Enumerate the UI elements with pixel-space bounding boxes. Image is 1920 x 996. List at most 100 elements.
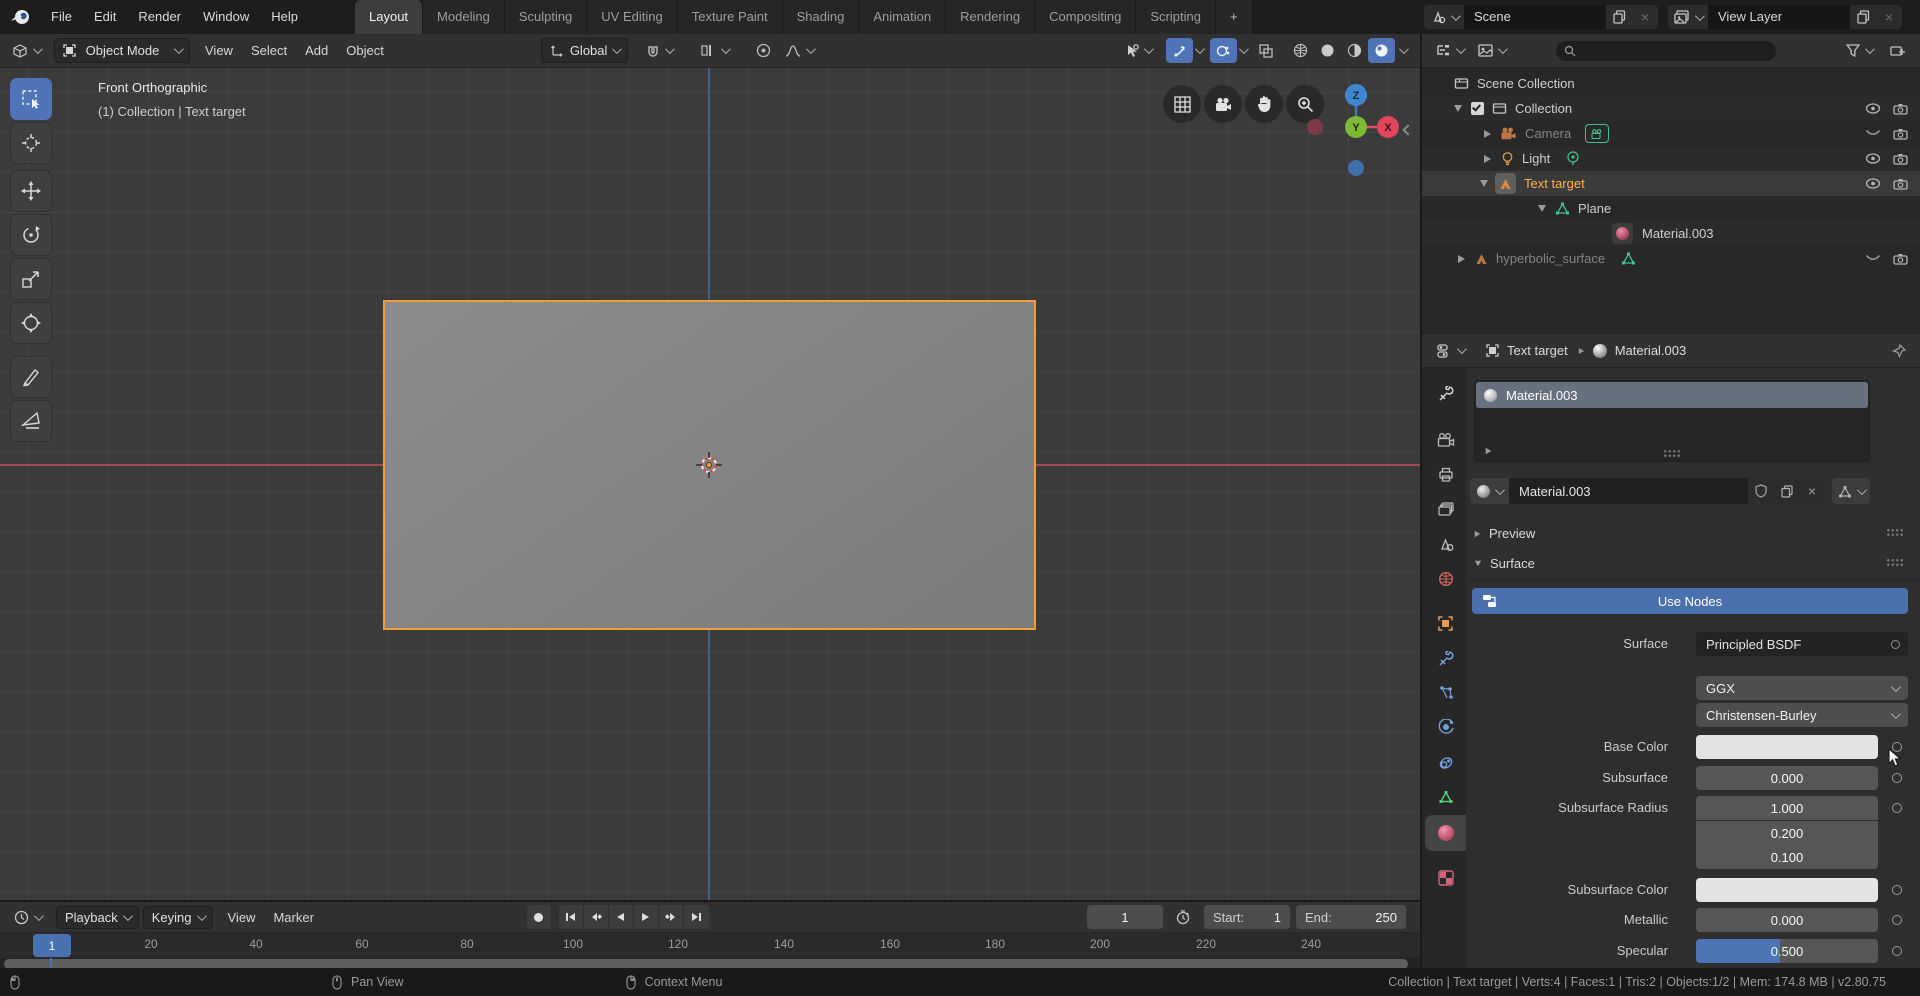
menu-render[interactable]: Render: [127, 0, 192, 34]
disclosure-expanded-icon[interactable]: [1454, 105, 1462, 112]
keyframe-dot[interactable]: [1892, 803, 1902, 813]
specular-slider[interactable]: 0.500: [1696, 939, 1878, 963]
select-pointer-icon[interactable]: [1116, 38, 1160, 63]
marker-menu[interactable]: Marker: [264, 910, 322, 925]
play-icon[interactable]: [634, 905, 659, 929]
tab-object-icon[interactable]: [1425, 605, 1466, 641]
show-gizmo-toggle[interactable]: [1166, 38, 1193, 63]
outliner-row-material[interactable]: Material.003: [1422, 221, 1920, 246]
proportional-editing-icon[interactable]: [750, 38, 777, 63]
chevron-down-icon[interactable]: [1239, 44, 1249, 54]
scene-name-field[interactable]: Scene: [1464, 5, 1606, 29]
subsurface-radius-z[interactable]: 0.100: [1696, 845, 1878, 869]
show-overlays-toggle[interactable]: [1210, 38, 1237, 63]
base-color-swatch[interactable]: [1696, 735, 1878, 759]
keyframe-dot[interactable]: [1892, 885, 1902, 895]
tab-world-icon[interactable]: [1425, 561, 1466, 597]
view-layer-name-field[interactable]: View Layer: [1708, 5, 1850, 29]
camera-view-icon[interactable]: [1204, 85, 1242, 123]
unlink-material-icon[interactable]: ×: [1800, 478, 1824, 504]
outliner-row-plane[interactable]: Plane: [1422, 196, 1920, 221]
editor-type-properties-icon[interactable]: [1428, 338, 1472, 363]
disclosure-expanded-icon[interactable]: [1480, 180, 1488, 187]
render-visibility-camera-icon[interactable]: [1893, 253, 1908, 265]
hide-eye-icon[interactable]: [1865, 178, 1881, 189]
tab-shading[interactable]: Shading: [783, 0, 860, 34]
use-nodes-button[interactable]: Use Nodes: [1472, 588, 1908, 614]
jump-to-end-icon[interactable]: [684, 905, 709, 929]
material-name-field[interactable]: Material.003: [1509, 478, 1748, 504]
chevron-down-icon[interactable]: [1195, 44, 1205, 54]
panel-preview[interactable]: Preview: [1474, 526, 1535, 541]
hide-eye-closed-icon[interactable]: [1865, 254, 1881, 263]
disclosure-collapsed-icon[interactable]: [1484, 130, 1491, 138]
chevron-down-icon[interactable]: [1399, 44, 1409, 54]
add-workspace-button[interactable]: +: [1216, 0, 1253, 34]
current-frame-field[interactable]: 1: [1087, 905, 1163, 929]
scene-icon[interactable]: [1424, 5, 1464, 29]
tab-output-icon[interactable]: [1425, 456, 1466, 492]
editor-type-outliner-icon[interactable]: [1428, 38, 1470, 63]
breadcrumb-material[interactable]: Material.003: [1615, 343, 1687, 358]
display-mode-icon[interactable]: [1470, 38, 1512, 63]
subsurface-radius-x[interactable]: 1.000: [1696, 796, 1878, 820]
hide-eye-closed-icon[interactable]: [1865, 129, 1881, 138]
tab-sculpting[interactable]: Sculpting: [505, 0, 587, 34]
metallic-slider[interactable]: 0.000: [1696, 908, 1878, 932]
menu-object[interactable]: Object: [337, 43, 393, 58]
view-menu[interactable]: View: [219, 910, 265, 925]
tool-scale[interactable]: [10, 258, 52, 300]
tab-render-icon[interactable]: [1425, 422, 1466, 458]
collection-checkbox[interactable]: [1471, 102, 1484, 115]
disclosure-collapsed-icon[interactable]: [1458, 255, 1465, 263]
tab-physics-icon[interactable]: [1425, 709, 1466, 745]
next-keyframe-icon[interactable]: [659, 905, 684, 929]
new-collection-icon[interactable]: [1880, 38, 1914, 63]
render-visibility-camera-icon[interactable]: [1893, 153, 1908, 165]
tab-layout[interactable]: Layout: [355, 0, 423, 34]
render-visibility-camera-icon[interactable]: [1893, 103, 1908, 115]
tool-transform[interactable]: [10, 302, 52, 344]
grid-overlay-icon[interactable]: [1163, 85, 1201, 123]
shading-wireframe-icon[interactable]: [1287, 38, 1314, 63]
tab-material-icon[interactable]: [1425, 815, 1466, 851]
view-layer-icon[interactable]: [1668, 5, 1708, 29]
keyframe-dot[interactable]: [1892, 915, 1902, 925]
toggle-xray-icon[interactable]: [1252, 38, 1279, 63]
menu-view[interactable]: View: [196, 43, 242, 58]
disclosure-expanded-icon[interactable]: [1538, 205, 1546, 212]
start-frame-field[interactable]: Start: 1: [1204, 905, 1290, 929]
falloff-curve-icon[interactable]: [777, 38, 821, 63]
keyframe-dot[interactable]: [1892, 946, 1902, 956]
disclosure-collapsed-icon[interactable]: [1484, 155, 1491, 163]
viewport-3d[interactable]: Front Orthographic (1) Collection | Text…: [0, 68, 1420, 900]
playback-menu[interactable]: Playback: [56, 906, 139, 929]
menu-select[interactable]: Select: [242, 43, 296, 58]
tool-cursor[interactable]: [10, 122, 52, 164]
render-visibility-camera-icon[interactable]: [1893, 128, 1908, 140]
tab-view-layer-icon[interactable]: [1425, 491, 1466, 527]
hide-eye-icon[interactable]: [1865, 153, 1881, 164]
shading-rendered-icon[interactable]: [1368, 38, 1395, 63]
outliner-row-collection[interactable]: Collection: [1422, 96, 1920, 121]
camera-data-icon[interactable]: [1585, 124, 1609, 143]
mesh-data-icon[interactable]: [1621, 252, 1636, 265]
menu-add[interactable]: Add: [296, 43, 337, 58]
tool-annotate[interactable]: [10, 356, 52, 398]
end-frame-field[interactable]: End: 250: [1296, 905, 1406, 929]
distribution-dropdown[interactable]: GGX: [1696, 676, 1908, 700]
snap-magnet-icon[interactable]: [638, 38, 680, 63]
light-data-icon[interactable]: [1566, 151, 1580, 166]
tool-measure[interactable]: [10, 400, 52, 442]
pan-hand-icon[interactable]: [1245, 85, 1283, 123]
keying-menu[interactable]: Keying: [143, 906, 213, 929]
outliner-search-input[interactable]: [1556, 41, 1776, 61]
tool-move[interactable]: [10, 170, 52, 212]
outliner-row-scene-collection[interactable]: Scene Collection: [1422, 71, 1920, 96]
use-preview-range-icon[interactable]: [1169, 905, 1196, 930]
hide-eye-icon[interactable]: [1865, 103, 1881, 114]
timeline-ruler[interactable]: 20 40 60 80 100 120 140 160 180 200 220 …: [0, 932, 1420, 958]
tab-scene-icon[interactable]: [1425, 526, 1466, 562]
fake-user-shield-icon[interactable]: [1748, 478, 1774, 504]
subsurface-slider[interactable]: 0.000: [1696, 766, 1878, 790]
